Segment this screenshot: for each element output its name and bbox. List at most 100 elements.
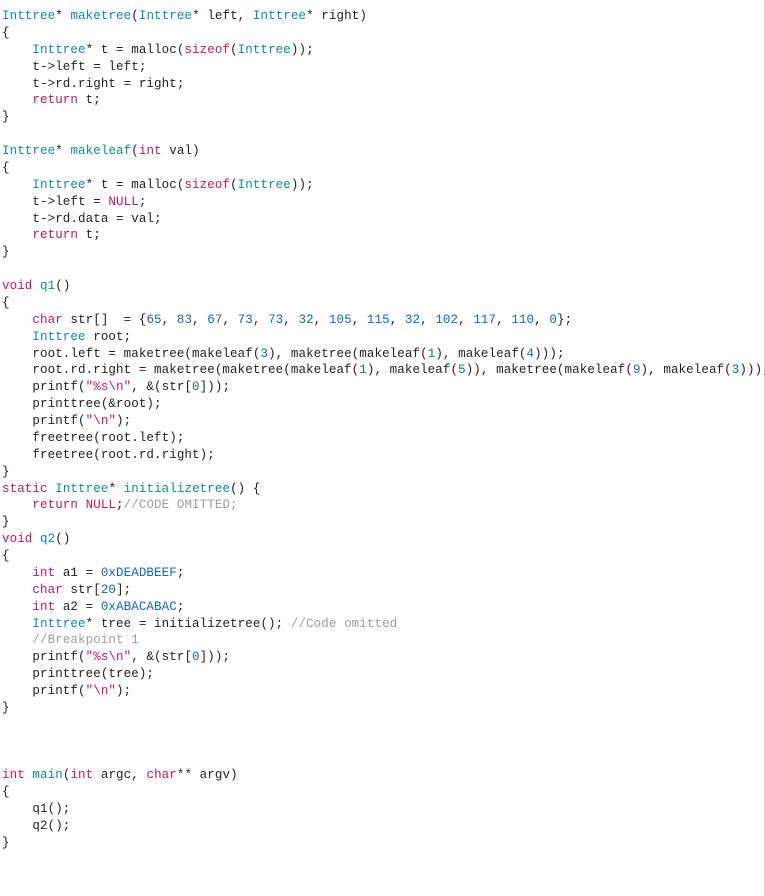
text: ), makeleaf( [641, 363, 732, 377]
number: 105 [329, 313, 352, 327]
brace: } [2, 245, 10, 259]
text: q2(); [32, 819, 70, 833]
text: ))); [534, 347, 564, 361]
text: )), maketree(makeleaf( [466, 363, 633, 377]
indent [2, 684, 32, 698]
text: t->left = [32, 195, 108, 209]
type: Inttree [238, 43, 291, 57]
number: 83 [177, 313, 192, 327]
indent [2, 212, 32, 226]
function-name: initializetree [124, 482, 230, 496]
brace: } [2, 701, 10, 715]
text: ; [116, 498, 124, 512]
number: 5 [458, 363, 466, 377]
indent [2, 93, 32, 107]
text: )); [291, 178, 314, 192]
text: () { [230, 482, 260, 496]
text: printf( [32, 414, 85, 428]
text: () [55, 279, 70, 293]
brace: { [2, 161, 10, 175]
text: printtree(tree); [32, 667, 154, 681]
text: () [55, 532, 70, 546]
text: , &(str[ [131, 380, 192, 394]
number: 65 [146, 313, 161, 327]
keyword: int [32, 566, 55, 580]
keyword: char [146, 768, 176, 782]
text: , [192, 313, 207, 327]
keyword: int [139, 144, 162, 158]
text: freetree(root.rd.right); [32, 448, 214, 462]
number: 117 [473, 313, 496, 327]
indent [2, 60, 32, 74]
text: )); [291, 43, 314, 57]
type: Inttree [2, 9, 55, 23]
text: ( [131, 9, 139, 23]
indent [2, 228, 32, 242]
text: * t = malloc( [86, 43, 185, 57]
number: 1 [359, 363, 367, 377]
text: ; [177, 600, 185, 614]
comment: //CODE OMITTED; [124, 498, 238, 512]
indent [2, 819, 32, 833]
comment: //Breakpoint 1 [32, 633, 138, 647]
brace: { [2, 785, 10, 799]
keyword: NULL [108, 195, 138, 209]
keyword: return [32, 228, 78, 242]
text: * t = malloc( [86, 178, 185, 192]
type: Inttree [32, 43, 85, 57]
text: ), maketree(makeleaf( [268, 347, 428, 361]
brace: { [2, 296, 10, 310]
indent [2, 347, 32, 361]
brace: } [2, 465, 10, 479]
keyword: void [2, 279, 32, 293]
number: 73 [238, 313, 253, 327]
text: , [162, 313, 177, 327]
indent [2, 195, 32, 209]
text: printf( [32, 650, 85, 664]
text: ]; [116, 583, 131, 597]
number: 73 [268, 313, 283, 327]
text: root; [86, 330, 132, 344]
indent [2, 566, 32, 580]
text: * [108, 482, 116, 496]
text: , [352, 313, 367, 327]
type: Inttree [32, 178, 85, 192]
number: 4 [527, 347, 535, 361]
text: str[ [63, 583, 101, 597]
type: Inttree [253, 9, 306, 23]
text: a2 = [55, 600, 101, 614]
text: q1(); [32, 802, 70, 816]
keyword: int [70, 768, 93, 782]
text: ); [116, 414, 131, 428]
type: Inttree [238, 178, 291, 192]
type: Inttree [2, 144, 55, 158]
type: Inttree [32, 617, 85, 631]
number: 20 [101, 583, 116, 597]
function-name: makeleaf [70, 144, 131, 158]
text: ( [230, 178, 238, 192]
text: * tree = initializetree(); [86, 617, 291, 631]
indent [2, 414, 32, 428]
text: , [314, 313, 329, 327]
number: 0 [192, 380, 200, 394]
keyword: NULL [86, 498, 116, 512]
text: ])); [200, 650, 230, 664]
text: t->left = left; [32, 60, 146, 74]
indent [2, 583, 32, 597]
text: ; [139, 195, 147, 209]
text: t->rd.right = right; [32, 77, 184, 91]
text: t; [78, 93, 101, 107]
string: "\n" [86, 414, 116, 428]
text: ), makeleaf( [435, 347, 526, 361]
comment: //Code omitted [291, 617, 397, 631]
keyword: char [32, 583, 62, 597]
keyword: int [2, 768, 25, 782]
text: argc, [93, 768, 146, 782]
text [78, 498, 86, 512]
text: ; [177, 566, 185, 580]
text: root.left = maketree(makeleaf( [32, 347, 260, 361]
indent [2, 380, 32, 394]
text: printf( [32, 380, 85, 394]
indent [2, 650, 32, 664]
number: 0 [549, 313, 557, 327]
